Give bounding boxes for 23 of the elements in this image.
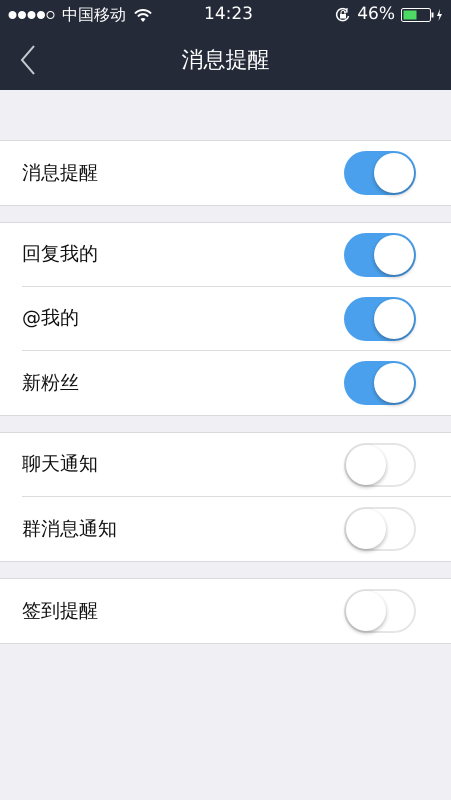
signal-icon	[8, 10, 56, 20]
toggle-switch[interactable]	[344, 296, 416, 340]
toggle-switch[interactable]	[344, 507, 416, 551]
setting-label: 回复我的	[22, 242, 98, 268]
setting-label: 消息提醒	[22, 160, 98, 186]
battery-charging-icon	[401, 8, 443, 22]
toggle-switch[interactable]	[344, 442, 416, 486]
battery-percent: 46%	[357, 3, 395, 26]
setting-label: 群消息通知	[22, 516, 117, 542]
back-chevron-icon	[20, 45, 36, 75]
status-time: 14:23	[204, 3, 253, 26]
wifi-icon	[134, 8, 152, 22]
setting-label: 聊天通知	[22, 452, 98, 478]
carrier-name: 中国移动	[62, 4, 126, 26]
setting-label: 签到提醒	[22, 598, 98, 624]
page-title: 消息提醒	[182, 46, 270, 74]
toggle-switch[interactable]	[344, 151, 416, 195]
setting-label: 新粉丝	[22, 370, 79, 396]
rotation-lock-icon	[335, 7, 352, 23]
toggle-switch[interactable]	[344, 361, 416, 405]
toggle-switch[interactable]	[344, 232, 416, 276]
setting-label: @我的	[22, 306, 79, 332]
toggle-switch[interactable]	[344, 589, 416, 633]
